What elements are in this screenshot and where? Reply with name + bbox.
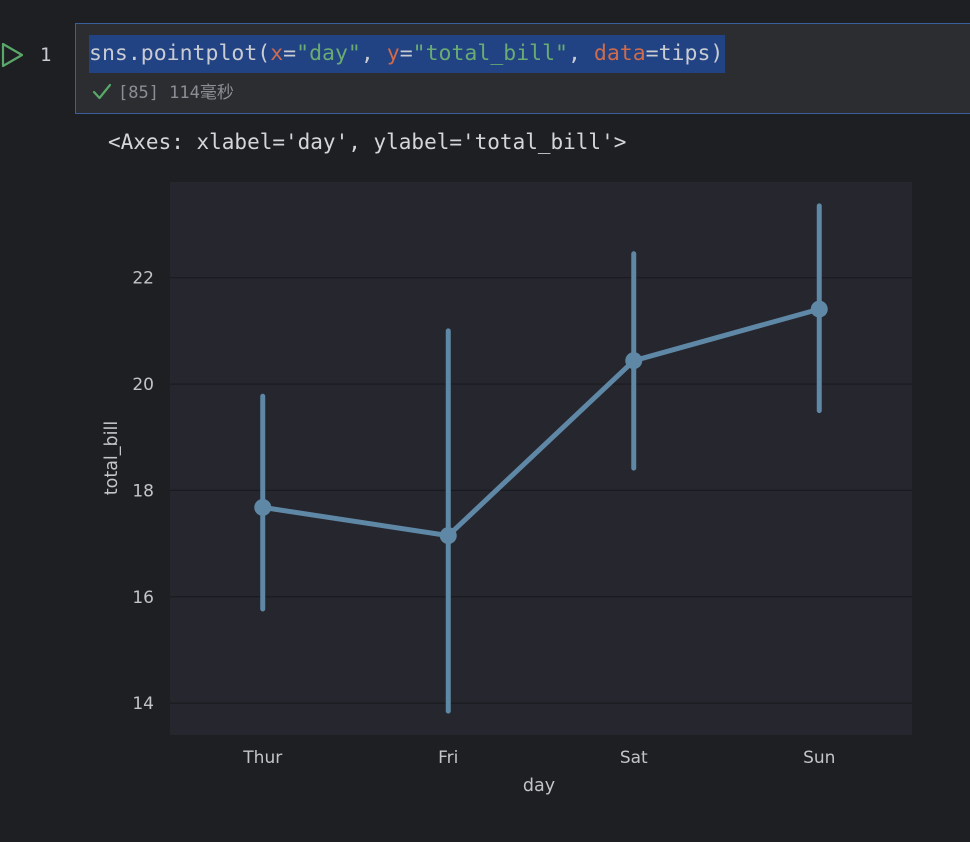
run-cell-button[interactable] (0, 41, 26, 69)
code-token: =tips) (645, 41, 724, 66)
execution-status: [85] 114毫秒 (92, 82, 234, 104)
code-token: x (270, 41, 284, 66)
code-token: y (386, 41, 400, 66)
y-tick-label: 16 (132, 588, 154, 608)
x-tick-label: Thur (242, 748, 282, 768)
data-point (439, 527, 457, 545)
code-token: sns.pointplot( (89, 41, 271, 66)
line-number: 1 (40, 44, 52, 66)
data-point (810, 300, 828, 318)
play-triangle-icon (1, 42, 24, 68)
x-tick-label: Sun (803, 748, 835, 768)
x-axis-label: day (523, 776, 555, 796)
y-axis-label: total_bill (102, 421, 122, 495)
data-point (254, 498, 272, 516)
y-tick-label: 20 (132, 375, 154, 395)
x-tick-label: Sat (620, 748, 648, 768)
code-token: data (593, 41, 646, 66)
output-repr: <Axes: xlabel='day', ylabel='total_bill'… (108, 130, 627, 154)
plot-area (170, 182, 912, 735)
code-token: , (568, 41, 594, 66)
code-line[interactable]: sns.pointplot(x="day", y="total_bill", d… (89, 35, 726, 73)
code-token: "day" (296, 41, 361, 66)
execution-time: [85] 114毫秒 (118, 83, 234, 103)
code-token: , (360, 41, 387, 66)
y-tick-label: 18 (132, 481, 154, 501)
code-token: = (399, 41, 413, 66)
check-icon (92, 83, 112, 100)
pointplot-chart: 14 16 18 20 22 Thur Fri Sat Sun day total_bill (90, 165, 930, 815)
data-point (625, 352, 643, 370)
y-tick-label: 22 (132, 269, 154, 289)
code-cell[interactable]: sns.pointplot(x="day", y="total_bill", d… (75, 23, 970, 114)
code-token: = (283, 41, 297, 66)
y-tick-label: 14 (132, 694, 154, 714)
x-tick-label: Fri (438, 748, 458, 768)
code-token: "total_bill" (412, 41, 568, 66)
